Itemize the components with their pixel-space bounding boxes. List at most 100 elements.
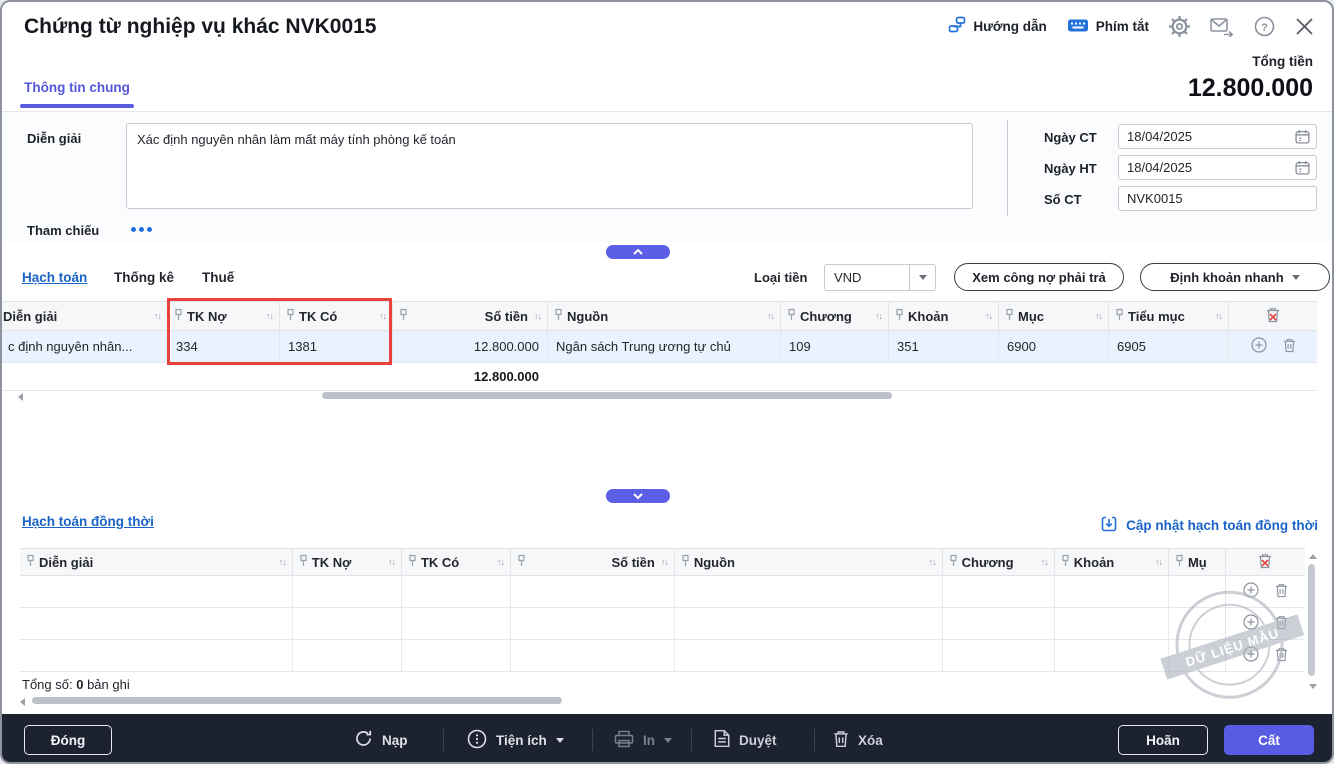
scroll-down-icon[interactable]	[1309, 684, 1317, 689]
approve-button[interactable]: Duyệt	[714, 724, 777, 756]
pin-icon[interactable]	[399, 308, 408, 324]
col-item[interactable]: Mục ↑↓	[998, 302, 1108, 330]
collapse-header-button[interactable]	[606, 245, 670, 259]
guide-link[interactable]: Hướng dẫn	[948, 16, 1047, 37]
help-icon[interactable]: ?	[1254, 16, 1275, 37]
col-debit[interactable]: TK Nợ ↑↓	[291, 549, 401, 575]
col-chapter[interactable]: Chương ↑↓	[941, 549, 1054, 575]
description-input[interactable]: Xác định nguyên nhân làm mất máy tính ph…	[126, 123, 973, 209]
send-feedback-icon[interactable]	[1210, 17, 1234, 37]
tab-thue[interactable]: Thuế	[202, 270, 234, 285]
col-debit[interactable]: TK Nợ ↑↓	[167, 302, 279, 330]
settings-gear-icon[interactable]	[1169, 16, 1190, 37]
shortcut-link[interactable]: Phím tắt	[1067, 18, 1149, 36]
currency-select[interactable]: VND	[824, 264, 936, 291]
sort-icon[interactable]: ↑↓	[534, 311, 542, 321]
col-source[interactable]: Nguồn ↑↓	[547, 302, 780, 330]
pin-icon[interactable]	[299, 554, 308, 570]
pin-icon[interactable]	[286, 308, 295, 324]
doc-number-input[interactable]	[1118, 186, 1317, 211]
tab-hach-toan[interactable]: Hạch toán	[22, 270, 87, 285]
col-sub-item[interactable]: Tiểu mục ↑↓	[1108, 302, 1228, 330]
accounting-table-row[interactable]: c định nguyên nhân... 334 1381 12.800.00…	[2, 331, 1317, 363]
cell-clause[interactable]: 351	[888, 331, 998, 362]
sort-icon[interactable]: ↑↓	[154, 311, 162, 321]
simultaneous-vscrollbar[interactable]	[1308, 564, 1315, 676]
cell-description[interactable]: c định nguyên nhân...	[2, 331, 167, 362]
col-description[interactable]: Diễn giải ↑↓	[2, 302, 167, 330]
sort-icon[interactable]: ↑↓	[379, 311, 387, 321]
col-clause[interactable]: Khoản ↑↓	[888, 302, 998, 330]
tab-general-info[interactable]: Thông tin chung	[20, 80, 134, 95]
reload-button[interactable]: Nạp	[354, 724, 408, 756]
scroll-left-icon[interactable]	[18, 393, 23, 401]
simultaneous-hscrollbar[interactable]	[32, 697, 562, 704]
sort-icon[interactable]: ↑↓	[279, 557, 287, 567]
post-date-input[interactable]	[1118, 155, 1317, 180]
col-source[interactable]: Nguồn ↑↓	[673, 549, 942, 575]
col-description[interactable]: Diễn giải ↑↓	[20, 549, 292, 575]
close-icon[interactable]	[1295, 17, 1314, 36]
view-payables-button[interactable]: Xem công nợ phải trả	[954, 263, 1124, 291]
sort-icon[interactable]: ↑↓	[1095, 311, 1103, 321]
accounting-hscrollbar[interactable]	[322, 392, 892, 399]
col-credit[interactable]: TK Có ↑↓	[400, 549, 510, 575]
reference-more-button[interactable]	[131, 227, 152, 232]
col-chapter[interactable]: Chương ↑↓	[780, 302, 888, 330]
cell-source[interactable]: Ngân sách Trung ương tự chủ	[547, 331, 780, 362]
sort-icon[interactable]: ↑↓	[1041, 557, 1049, 567]
cell-chapter[interactable]: 109	[780, 331, 888, 362]
col-amount[interactable]: Số tiền ↑↓	[510, 549, 674, 575]
simultaneous-update-link[interactable]: Cập nhật hạch toán đồng thời	[1100, 515, 1318, 536]
empty-table-row[interactable]	[20, 640, 1305, 672]
cell-item[interactable]: 6900	[998, 331, 1108, 362]
simultaneous-title-link[interactable]: Hạch toán đồng thời	[22, 514, 154, 529]
cell-amount[interactable]: 12.800.000	[392, 331, 547, 362]
close-button[interactable]: Đóng	[24, 725, 112, 755]
pin-icon[interactable]	[681, 554, 690, 570]
sort-icon[interactable]: ↑↓	[388, 557, 396, 567]
sort-icon[interactable]: ↑↓	[266, 311, 274, 321]
add-row-icon[interactable]	[1243, 582, 1259, 601]
pin-icon[interactable]	[554, 308, 563, 324]
sort-icon[interactable]: ↑↓	[1215, 311, 1223, 321]
doc-date-calendar-icon[interactable]	[1295, 129, 1310, 149]
pin-icon[interactable]	[1115, 308, 1124, 324]
pin-icon[interactable]	[174, 308, 183, 324]
print-button[interactable]: In	[614, 724, 672, 756]
delete-row-icon[interactable]	[1283, 338, 1296, 356]
save-button[interactable]: Cất	[1224, 725, 1314, 755]
sort-icon[interactable]: ↑↓	[985, 311, 993, 321]
scroll-up-icon[interactable]	[1309, 554, 1317, 559]
sort-icon[interactable]: ↑↓	[661, 557, 669, 567]
add-row-icon[interactable]	[1243, 614, 1259, 633]
pin-icon[interactable]	[1175, 554, 1184, 570]
utilities-button[interactable]: Tiện ích	[467, 724, 564, 756]
cell-credit[interactable]: 1381	[279, 331, 392, 362]
col-item[interactable]: Mụ	[1167, 549, 1225, 575]
pin-icon[interactable]	[517, 554, 526, 570]
delete-all-rows-icon[interactable]	[1258, 553, 1272, 572]
sort-icon[interactable]: ↑↓	[1155, 557, 1163, 567]
sort-icon[interactable]: ↑↓	[875, 311, 883, 321]
sort-icon[interactable]: ↑↓	[497, 557, 505, 567]
empty-table-row[interactable]	[20, 608, 1305, 640]
sort-icon[interactable]: ↑↓	[767, 311, 775, 321]
tab-thong-ke[interactable]: Thống kê	[114, 270, 174, 285]
pin-icon[interactable]	[949, 554, 958, 570]
pin-icon[interactable]	[408, 554, 417, 570]
delete-button[interactable]: Xóa	[833, 724, 883, 756]
add-row-icon[interactable]	[1243, 646, 1259, 665]
pin-icon[interactable]	[26, 554, 35, 570]
empty-table-row[interactable]	[20, 576, 1305, 608]
scroll-left-icon[interactable]	[20, 698, 25, 706]
col-credit[interactable]: TK Có ↑↓	[279, 302, 392, 330]
quick-entry-button[interactable]: Định khoản nhanh	[1140, 263, 1330, 291]
delete-row-icon[interactable]	[1275, 647, 1288, 665]
pin-icon[interactable]	[895, 308, 904, 324]
col-amount[interactable]: Số tiền ↑↓	[392, 302, 547, 330]
post-date-calendar-icon[interactable]	[1295, 160, 1310, 180]
postpone-button[interactable]: Hoãn	[1118, 725, 1208, 755]
add-row-icon[interactable]	[1250, 337, 1267, 356]
delete-all-rows-icon[interactable]	[1266, 307, 1280, 326]
